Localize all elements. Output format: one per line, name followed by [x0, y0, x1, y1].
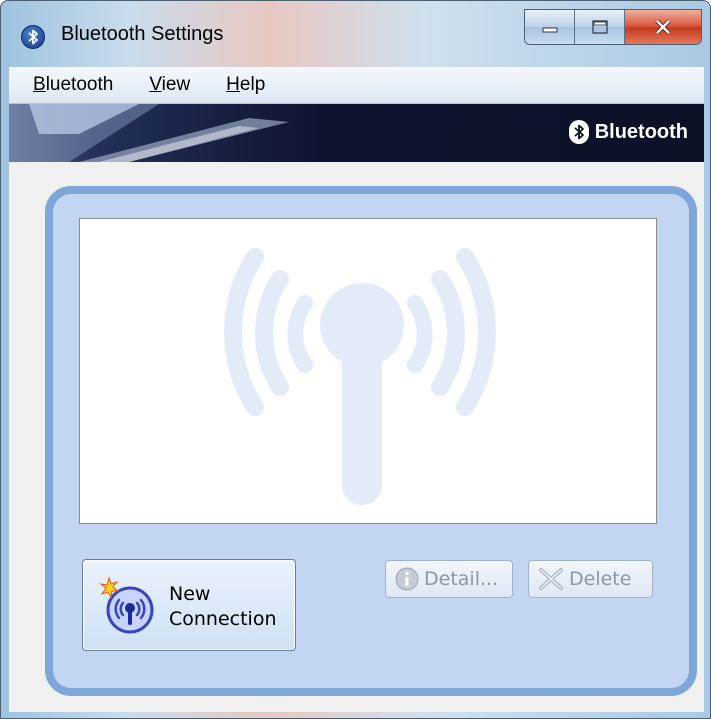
- new-connection-label: New Connection: [169, 583, 277, 630]
- antenna-watermark-icon: [224, 248, 496, 505]
- menu-bar: Bluetooth View Help: [9, 67, 704, 104]
- bluetooth-logo-icon: [568, 120, 589, 144]
- client-area: New Connection Detail... Delete: [9, 162, 704, 712]
- window-title: Bluetooth Settings: [61, 23, 224, 45]
- device-list[interactable]: [79, 218, 657, 524]
- minimize-icon: [542, 27, 557, 33]
- bluetooth-icon[interactable]: [21, 25, 45, 49]
- bluetooth-banner: Bluetooth: [9, 104, 704, 162]
- bluetooth-logo: Bluetooth: [568, 120, 688, 144]
- maximize-icon: [591, 20, 608, 34]
- new-connection-icon: [99, 576, 154, 634]
- caption-buttons: [524, 9, 702, 45]
- close-icon: [655, 19, 671, 35]
- maximize-button[interactable]: [575, 10, 625, 44]
- laptop-graphic: [9, 104, 289, 162]
- menu-help[interactable]: Help: [204, 74, 279, 96]
- detail-button[interactable]: Detail...: [385, 560, 513, 598]
- info-icon: [394, 566, 420, 592]
- bluetooth-settings-window: Bluetooth Settings Bluetooth View Help B…: [0, 0, 711, 719]
- title-bar[interactable]: Bluetooth Settings: [1, 1, 710, 67]
- close-button[interactable]: [625, 10, 701, 44]
- menu-view[interactable]: View: [127, 74, 204, 96]
- menu-bluetooth[interactable]: Bluetooth: [9, 74, 127, 96]
- minimize-button[interactable]: [525, 10, 575, 44]
- delete-x-icon: [537, 567, 565, 591]
- delete-button[interactable]: Delete: [528, 560, 653, 598]
- new-connection-button[interactable]: New Connection: [82, 559, 296, 651]
